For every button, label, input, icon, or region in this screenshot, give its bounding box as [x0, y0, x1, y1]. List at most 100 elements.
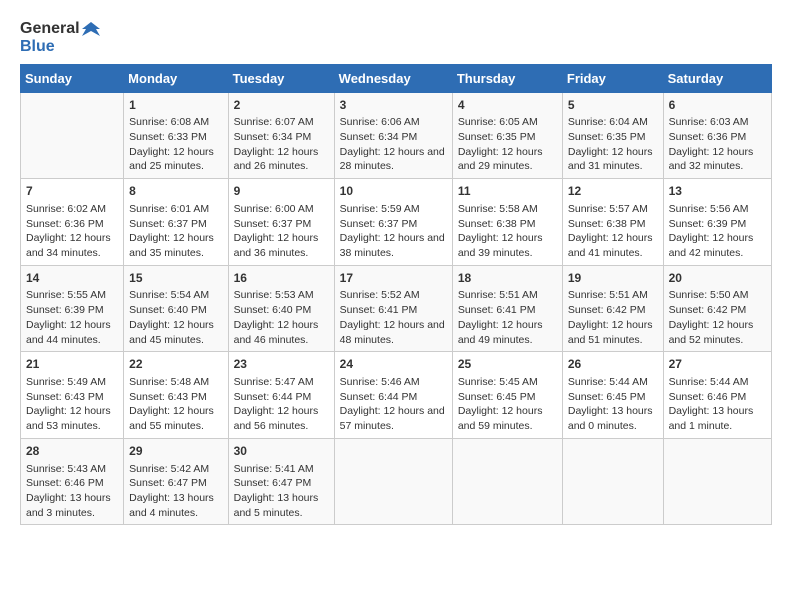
day-number: 15: [129, 270, 222, 287]
day-info: Sunrise: 5:44 AMSunset: 6:45 PMDaylight:…: [568, 375, 658, 434]
day-number: 8: [129, 183, 222, 200]
day-cell: 5Sunrise: 6:04 AMSunset: 6:35 PMDaylight…: [562, 92, 663, 179]
day-info: Sunrise: 5:42 AMSunset: 6:47 PMDaylight:…: [129, 462, 222, 521]
day-cell: 2Sunrise: 6:07 AMSunset: 6:34 PMDaylight…: [228, 92, 334, 179]
day-info: Sunrise: 5:59 AMSunset: 6:37 PMDaylight:…: [340, 202, 447, 261]
day-number: 17: [340, 270, 447, 287]
day-number: 25: [458, 356, 557, 373]
day-cell: 1Sunrise: 6:08 AMSunset: 6:33 PMDaylight…: [124, 92, 228, 179]
day-number: 3: [340, 97, 447, 114]
day-info: Sunrise: 5:50 AMSunset: 6:42 PMDaylight:…: [669, 288, 766, 347]
day-info: Sunrise: 6:04 AMSunset: 6:35 PMDaylight:…: [568, 115, 658, 174]
day-cell: [562, 438, 663, 525]
logo-general: General: [20, 20, 80, 38]
day-number: 2: [234, 97, 329, 114]
day-info: Sunrise: 5:49 AMSunset: 6:43 PMDaylight:…: [26, 375, 118, 434]
day-info: Sunrise: 6:05 AMSunset: 6:35 PMDaylight:…: [458, 115, 557, 174]
logo-blue: Blue: [20, 38, 100, 56]
day-info: Sunrise: 6:07 AMSunset: 6:34 PMDaylight:…: [234, 115, 329, 174]
column-header-thursday: Thursday: [452, 64, 562, 92]
week-row-4: 21Sunrise: 5:49 AMSunset: 6:43 PMDayligh…: [21, 352, 772, 439]
day-info: Sunrise: 5:53 AMSunset: 6:40 PMDaylight:…: [234, 288, 329, 347]
column-header-saturday: Saturday: [663, 64, 771, 92]
day-number: 26: [568, 356, 658, 373]
day-number: 16: [234, 270, 329, 287]
day-cell: 23Sunrise: 5:47 AMSunset: 6:44 PMDayligh…: [228, 352, 334, 439]
day-info: Sunrise: 5:52 AMSunset: 6:41 PMDaylight:…: [340, 288, 447, 347]
day-info: Sunrise: 5:41 AMSunset: 6:47 PMDaylight:…: [234, 462, 329, 521]
day-number: 27: [669, 356, 766, 373]
week-row-3: 14Sunrise: 5:55 AMSunset: 6:39 PMDayligh…: [21, 265, 772, 352]
day-info: Sunrise: 5:46 AMSunset: 6:44 PMDaylight:…: [340, 375, 447, 434]
column-header-wednesday: Wednesday: [334, 64, 452, 92]
day-number: 14: [26, 270, 118, 287]
day-cell: 27 Sunrise: 5:44 AMSunset: 6:46 PMDayligh…: [663, 352, 771, 439]
day-info: Sunrise: 5:45 AMSunset: 6:45 PMDaylight:…: [458, 375, 557, 434]
day-number: 6: [669, 97, 766, 114]
day-info: Sunrise: 5:58 AMSunset: 6:38 PMDaylight:…: [458, 202, 557, 261]
day-info: Sunrise: 6:06 AMSunset: 6:34 PMDaylight:…: [340, 115, 447, 174]
day-number: 20: [669, 270, 766, 287]
day-info: Sunrise: 6:02 AMSunset: 6:36 PMDaylight:…: [26, 202, 118, 261]
day-cell: 10Sunrise: 5:59 AMSunset: 6:37 PMDayligh…: [334, 179, 452, 266]
day-cell: 17Sunrise: 5:52 AMSunset: 6:41 PMDayligh…: [334, 265, 452, 352]
week-row-2: 7 Sunrise: 6:02 AMSunset: 6:36 PMDaylight…: [21, 179, 772, 266]
day-number: 9: [234, 183, 329, 200]
day-number: 23: [234, 356, 329, 373]
column-header-tuesday: Tuesday: [228, 64, 334, 92]
day-cell: 3Sunrise: 6:06 AMSunset: 6:34 PMDaylight…: [334, 92, 452, 179]
day-info: Sunrise: 5:44 AMSunset: 6:46 PMDaylight:…: [669, 375, 766, 434]
day-info: Sunrise: 6:03 AMSunset: 6:36 PMDaylight:…: [669, 115, 766, 174]
day-cell: 16Sunrise: 5:53 AMSunset: 6:40 PMDayligh…: [228, 265, 334, 352]
day-cell: 8Sunrise: 6:01 AMSunset: 6:37 PMDaylight…: [124, 179, 228, 266]
day-number: 18: [458, 270, 557, 287]
day-cell: 9 Sunrise: 6:00 AMSunset: 6:37 PMDaylight…: [228, 179, 334, 266]
day-cell: [452, 438, 562, 525]
day-cell: 19Sunrise: 5:51 AMSunset: 6:42 PMDayligh…: [562, 265, 663, 352]
day-info: Sunrise: 5:51 AMSunset: 6:42 PMDaylight:…: [568, 288, 658, 347]
day-cell: 13 Sunrise: 5:56 AMSunset: 6:39 PMDayligh…: [663, 179, 771, 266]
day-cell: [663, 438, 771, 525]
header: General Blue: [20, 20, 772, 56]
day-number: 7: [26, 183, 118, 200]
day-info: Sunrise: 5:54 AMSunset: 6:40 PMDaylight:…: [129, 288, 222, 347]
day-cell: 4Sunrise: 6:05 AMSunset: 6:35 PMDaylight…: [452, 92, 562, 179]
day-cell: 15Sunrise: 5:54 AMSunset: 6:40 PMDayligh…: [124, 265, 228, 352]
day-info: Sunrise: 5:56 AMSunset: 6:39 PMDaylight:…: [669, 202, 766, 261]
day-cell: 6Sunrise: 6:03 AMSunset: 6:36 PMDaylight…: [663, 92, 771, 179]
day-cell: 20Sunrise: 5:50 AMSunset: 6:42 PMDayligh…: [663, 265, 771, 352]
logo-text: General Blue: [20, 20, 100, 56]
day-cell: 25 Sunrise: 5:45 AMSunset: 6:45 PMDayligh…: [452, 352, 562, 439]
day-info: Sunrise: 5:51 AMSunset: 6:41 PMDaylight:…: [458, 288, 557, 347]
calendar-table: SundayMondayTuesdayWednesdayThursdayFrid…: [20, 64, 772, 526]
day-cell: 7 Sunrise: 6:02 AMSunset: 6:36 PMDaylight…: [21, 179, 124, 266]
column-header-sunday: Sunday: [21, 64, 124, 92]
week-row-1: 1Sunrise: 6:08 AMSunset: 6:33 PMDaylight…: [21, 92, 772, 179]
day-cell: 22Sunrise: 5:48 AMSunset: 6:43 PMDayligh…: [124, 352, 228, 439]
day-cell: 28 Sunrise: 5:43 AMSunset: 6:46 PMDayligh…: [21, 438, 124, 525]
day-info: Sunrise: 6:08 AMSunset: 6:33 PMDaylight:…: [129, 115, 222, 174]
day-cell: 30 Sunrise: 5:41 AMSunset: 6:47 PMDayligh…: [228, 438, 334, 525]
day-cell: 21Sunrise: 5:49 AMSunset: 6:43 PMDayligh…: [21, 352, 124, 439]
day-cell: 11Sunrise: 5:58 AMSunset: 6:38 PMDayligh…: [452, 179, 562, 266]
day-info: Sunrise: 6:00 AMSunset: 6:37 PMDaylight:…: [234, 202, 329, 261]
day-number: 4: [458, 97, 557, 114]
day-cell: [21, 92, 124, 179]
column-header-friday: Friday: [562, 64, 663, 92]
day-number: 28: [26, 443, 118, 460]
column-header-monday: Monday: [124, 64, 228, 92]
day-number: 29: [129, 443, 222, 460]
day-number: 30: [234, 443, 329, 460]
day-number: 24: [340, 356, 447, 373]
day-number: 13: [669, 183, 766, 200]
day-info: Sunrise: 5:57 AMSunset: 6:38 PMDaylight:…: [568, 202, 658, 261]
day-cell: 18Sunrise: 5:51 AMSunset: 6:41 PMDayligh…: [452, 265, 562, 352]
day-number: 22: [129, 356, 222, 373]
day-cell: 26 Sunrise: 5:44 AMSunset: 6:45 PMDayligh…: [562, 352, 663, 439]
header-row: SundayMondayTuesdayWednesdayThursdayFrid…: [21, 64, 772, 92]
logo-bird-icon: [82, 20, 100, 38]
day-info: Sunrise: 5:43 AMSunset: 6:46 PMDaylight:…: [26, 462, 118, 521]
day-cell: 14Sunrise: 5:55 AMSunset: 6:39 PMDayligh…: [21, 265, 124, 352]
day-info: Sunrise: 5:55 AMSunset: 6:39 PMDaylight:…: [26, 288, 118, 347]
day-number: 1: [129, 97, 222, 114]
